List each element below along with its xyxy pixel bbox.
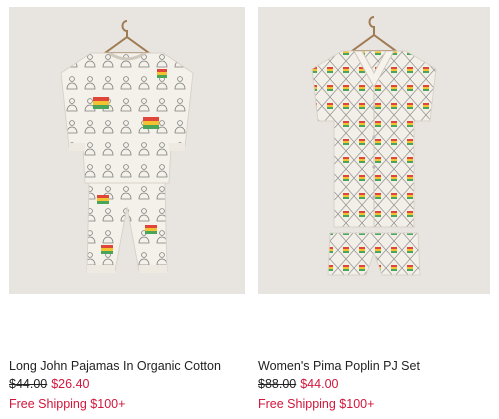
product-card-long-john-pajamas[interactable]: Long John Pajamas In Organic Cotton $44.… [9,0,245,419]
product-title[interactable]: Women's Pima Poplin PJ Set [258,358,420,374]
price-row: $88.00 $44.00 [258,376,338,392]
hanger-icon [348,16,400,52]
shipping-note: Free Shipping $100+ [9,397,126,411]
sale-price: $26.40 [51,377,90,391]
shipping-note: Free Shipping $100+ [258,397,375,411]
sale-price: $44.00 [300,377,339,391]
product-title[interactable]: Long John Pajamas In Organic Cotton [9,358,221,374]
original-price: $88.00 [258,377,297,391]
price-row: $44.00 $26.40 [9,376,89,392]
product-image-long-john-pajamas[interactable] [9,7,245,294]
product-image-pima-poplin-pj-set[interactable] [258,7,490,294]
hanger-icon [101,20,153,54]
original-price: $44.00 [9,377,48,391]
product-card-pima-poplin-pj-set[interactable]: Women's Pima Poplin PJ Set $88.00 $44.00 … [258,0,490,419]
